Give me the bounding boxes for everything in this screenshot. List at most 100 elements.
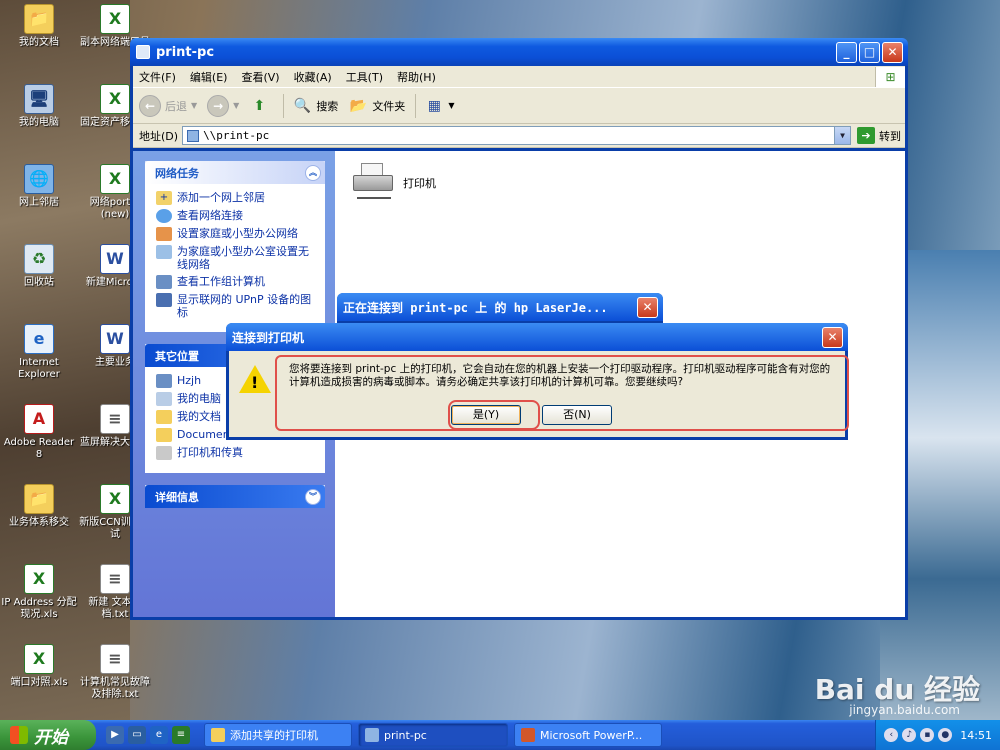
forward-button[interactable]: → ▼ <box>207 94 239 117</box>
excel-icon: X <box>100 484 130 514</box>
no-button[interactable]: 否(N) <box>542 405 612 425</box>
adobe-reader-icon: A <box>24 404 54 434</box>
place-label: 我的电脑 <box>177 392 221 405</box>
place-printers-and-faxes[interactable]: 打印机和传真 <box>156 446 316 460</box>
network-tray-icon[interactable]: ▪ <box>920 728 935 742</box>
add-place-icon: + <box>156 191 172 205</box>
menu-file[interactable]: 文件(F) <box>139 69 176 85</box>
start-button[interactable]: 开始 <box>0 720 96 750</box>
folder-icon <box>211 728 225 742</box>
desktop-icon-my-computer[interactable]: 🖥 我的电脑 <box>0 84 78 129</box>
task-label: Microsoft PowerP... <box>540 728 643 742</box>
desktop-icon-label: 网上邻居 <box>19 197 59 208</box>
folder-icon <box>156 410 172 424</box>
task-powerpoint[interactable]: Microsoft PowerP... <box>514 723 662 747</box>
task-show-upnp-icons[interactable]: 显示联网的 UPnP 设备的图标 <box>156 293 316 319</box>
task-view-network-connections[interactable]: 查看网络连接 <box>156 209 316 223</box>
clock[interactable]: 14:51 <box>960 729 992 742</box>
go-arrow-icon: ➔ <box>857 127 875 144</box>
recycle-bin-icon: ♻ <box>24 244 54 274</box>
text-file-icon: ≡ <box>100 644 130 674</box>
menu-view[interactable]: 查看(V) <box>241 69 279 85</box>
task-print-pc[interactable]: print-pc <box>358 723 508 747</box>
task-add-network-place[interactable]: + 添加一个网上邻居 <box>156 191 316 205</box>
desktop-icon-label: 我的电脑 <box>19 117 59 128</box>
desktop-icon-troubleshoot[interactable]: ≡ 计算机常见故障及排除.txt <box>76 644 154 701</box>
quick-launch: ▶ ▭ e ≡ <box>106 726 194 744</box>
explorer-quicklaunch-icon[interactable]: ≡ <box>172 726 190 744</box>
word-icon: W <box>100 324 130 354</box>
search-icon: 🔍 <box>293 97 312 114</box>
go-button[interactable]: ➔ 转到 <box>857 127 901 144</box>
task-add-shared-printer[interactable]: 添加共享的打印机 <box>204 723 352 747</box>
home-network-icon <box>156 227 172 241</box>
expand-chevron-icon[interactable]: ︾ <box>305 488 321 505</box>
search-button[interactable]: 🔍 搜索 <box>292 96 339 116</box>
desktop-icon-adobe-reader[interactable]: A Adobe Reader 8 <box>0 404 78 461</box>
desktop-icon-label: 主要业务 <box>95 357 135 368</box>
details-header[interactable]: 详细信息 ︾ <box>145 485 325 508</box>
dialog-message: 您将要连接到 print-pc 上的打印机，它会自动在您的机器上安装一个打印驱动… <box>289 363 831 388</box>
task-setup-home-network[interactable]: 设置家庭或小型办公网络 <box>156 227 316 241</box>
media-player-icon[interactable]: ▶ <box>106 726 124 744</box>
desktop-icon-label: 我的文档 <box>19 37 59 48</box>
panel-title: 详细信息 <box>155 490 199 504</box>
desktop-icon-port-compare[interactable]: X 端口对照.xls <box>0 644 78 689</box>
maximize-button[interactable]: □ <box>859 41 880 63</box>
dialog-titlebar[interactable]: 连接到打印机 ✕ <box>226 323 848 351</box>
views-button[interactable]: ▦ ▼ <box>424 96 455 116</box>
task-label: 查看网络连接 <box>177 209 243 222</box>
explorer-titlebar[interactable]: print-pc _ □ ✕ <box>130 38 908 66</box>
ie-quicklaunch-icon[interactable]: e <box>150 726 168 744</box>
network-folder-icon <box>365 728 379 742</box>
collapse-chevron-icon[interactable]: ︽ <box>305 164 321 181</box>
yes-button[interactable]: 是(Y) <box>451 405 521 425</box>
address-dropdown-icon[interactable]: ▼ <box>834 127 850 144</box>
network-tasks-list: + 添加一个网上邻居 查看网络连接 设置家庭或小型办公网络 为家庭或小型办公室设置… <box>145 184 325 332</box>
folders-button[interactable]: 📂 文件夹 <box>348 96 406 116</box>
close-button[interactable]: ✕ <box>882 41 903 63</box>
workgroup-icon <box>156 275 172 289</box>
show-desktop-icon[interactable]: ▭ <box>128 726 146 744</box>
dialog-body: ! 您将要连接到 print-pc 上的打印机，它会自动在您的机器上安装一个打印… <box>229 351 849 437</box>
back-arrow-icon: ← <box>139 94 161 117</box>
desktop-icon-ip-address[interactable]: X IP Address 分配现况.xls <box>0 564 78 621</box>
network-tasks-header[interactable]: 网络任务 ︽ <box>145 161 325 184</box>
minimize-button[interactable]: _ <box>836 41 857 63</box>
folder-icon: 📁 <box>24 484 54 514</box>
connecting-dialog-titlebar[interactable]: 正在连接到 print-pc 上 的 hp LaserJe... ✕ <box>337 293 663 321</box>
dialog-close-button[interactable]: ✕ <box>822 326 843 348</box>
volume-icon[interactable]: ♪ <box>902 728 917 742</box>
up-button[interactable]: ⬆ <box>249 96 273 116</box>
task-label: 添加一个网上邻居 <box>177 191 265 204</box>
desktop-icon-my-documents[interactable]: 📁 我的文档 <box>0 4 78 49</box>
task-setup-wireless-network[interactable]: 为家庭或小型办公室设置无线网络 <box>156 245 316 271</box>
toolbar: ← 后退 ▼ → ▼ ⬆ 🔍 搜索 📂 文件夹 ▦ ▼ <box>133 88 905 124</box>
desktop-icon-label: 端口对照.xls <box>10 677 68 688</box>
menu-tools[interactable]: 工具(T) <box>346 69 383 85</box>
menu-favorites[interactable]: 收藏(A) <box>294 69 332 85</box>
address-input[interactable]: \\print-pc ▼ <box>182 126 851 145</box>
desktop-icon-network[interactable]: 🌐 网上邻居 <box>0 164 78 209</box>
menu-help[interactable]: 帮助(H) <box>397 69 436 85</box>
windows-logo-icon: ⊞ <box>875 66 905 87</box>
place-label: 打印机和传真 <box>177 446 243 459</box>
desktop-icon-recycle-bin[interactable]: ♻ 回收站 <box>0 244 78 289</box>
place-label: Hzjh <box>177 374 202 387</box>
task-view-workgroup-computers[interactable]: 查看工作组计算机 <box>156 275 316 289</box>
desktop-icon-ie[interactable]: e Internet Explorer <box>0 324 78 381</box>
printer-item[interactable]: 打印机 <box>351 163 436 203</box>
tray-expand-icon[interactable]: ‹ <box>884 728 899 742</box>
workgroup-icon <box>156 374 172 388</box>
text-file-icon: ≡ <box>100 404 130 434</box>
menu-bar: 文件(F) 编辑(E) 查看(V) 收藏(A) 工具(T) 帮助(H) ⊞ <box>133 66 905 88</box>
network-icon: 🌐 <box>24 164 54 194</box>
watermark-brand: Bai du 经验 <box>814 673 980 706</box>
chevron-down-icon: ▼ <box>448 101 455 110</box>
address-label: 地址(D) <box>139 129 179 143</box>
connecting-dialog-close-button[interactable]: ✕ <box>637 296 658 318</box>
back-button[interactable]: ← 后退 ▼ <box>139 94 197 117</box>
antivirus-tray-icon[interactable]: ● <box>938 728 953 742</box>
desktop-icon-business-handover[interactable]: 📁 业务体系移交 <box>0 484 78 529</box>
menu-edit[interactable]: 编辑(E) <box>190 69 228 85</box>
